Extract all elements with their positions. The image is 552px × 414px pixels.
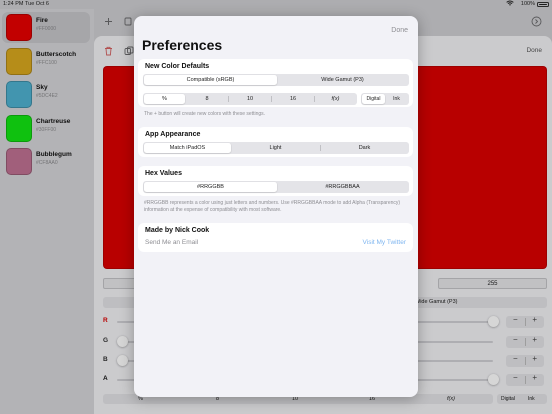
twitter-link[interactable]: Visit My Twitter	[363, 239, 406, 246]
appearance-control[interactable]: Match iPadOS Light Dark	[143, 142, 409, 154]
new-color-defaults-section: New Color Defaults Compatible (sRGB) Wid…	[138, 59, 413, 107]
default-format-8[interactable]: 8	[186, 94, 228, 104]
hex-option-rrggbb[interactable]: #RRGGBB	[144, 182, 277, 192]
hex-values-section: Hex Values #RRGGBB #RRGGBBAA	[138, 166, 413, 196]
preferences-modal: Done Preferences New Color Defaults Comp…	[134, 16, 418, 397]
gamut-option-p3[interactable]: Wide Gamut (P3)	[277, 75, 408, 85]
preferences-title: Preferences	[142, 37, 223, 53]
hex-values-title: Hex Values	[145, 170, 182, 177]
new-color-defaults-title: New Color Defaults	[145, 63, 210, 70]
hex-values-note: #RRGGBB represents a color using just le…	[144, 200, 401, 213]
default-format-16[interactable]: 16	[272, 94, 314, 104]
default-mode-ink[interactable]: Ink	[385, 94, 408, 104]
default-mode-control[interactable]: Digital Ink	[361, 93, 409, 105]
email-link[interactable]: Send Me an Email	[145, 239, 198, 246]
default-format-control[interactable]: % 8 10 16 f(x)	[143, 93, 357, 105]
app-appearance-title: App Appearance	[145, 131, 201, 138]
gamut-option-srgb[interactable]: Compatible (sRGB)	[144, 75, 277, 85]
made-by-section: Made by Nick Cook Send Me an Email Visit…	[138, 223, 413, 252]
app-appearance-section: App Appearance Match iPadOS Light Dark	[138, 127, 413, 157]
default-format-fx[interactable]: f(x)	[315, 94, 356, 104]
made-by-title: Made by Nick Cook	[145, 227, 210, 234]
new-color-defaults-note: The + button will create new colors with…	[144, 111, 266, 117]
default-format-10[interactable]: 10	[229, 94, 271, 104]
default-gamut-control[interactable]: Compatible (sRGB) Wide Gamut (P3)	[143, 74, 409, 86]
appearance-option-light[interactable]: Light	[231, 143, 320, 153]
hex-format-control[interactable]: #RRGGBB #RRGGBBAA	[143, 181, 409, 193]
appearance-option-dark[interactable]: Dark	[321, 143, 408, 153]
appearance-option-match[interactable]: Match iPadOS	[144, 143, 231, 153]
default-mode-digital[interactable]: Digital	[362, 94, 385, 104]
hex-option-rrggbbaa[interactable]: #RRGGBBAA	[277, 182, 408, 192]
default-format-percent[interactable]: %	[144, 94, 185, 104]
preferences-done-button[interactable]: Done	[391, 27, 408, 34]
